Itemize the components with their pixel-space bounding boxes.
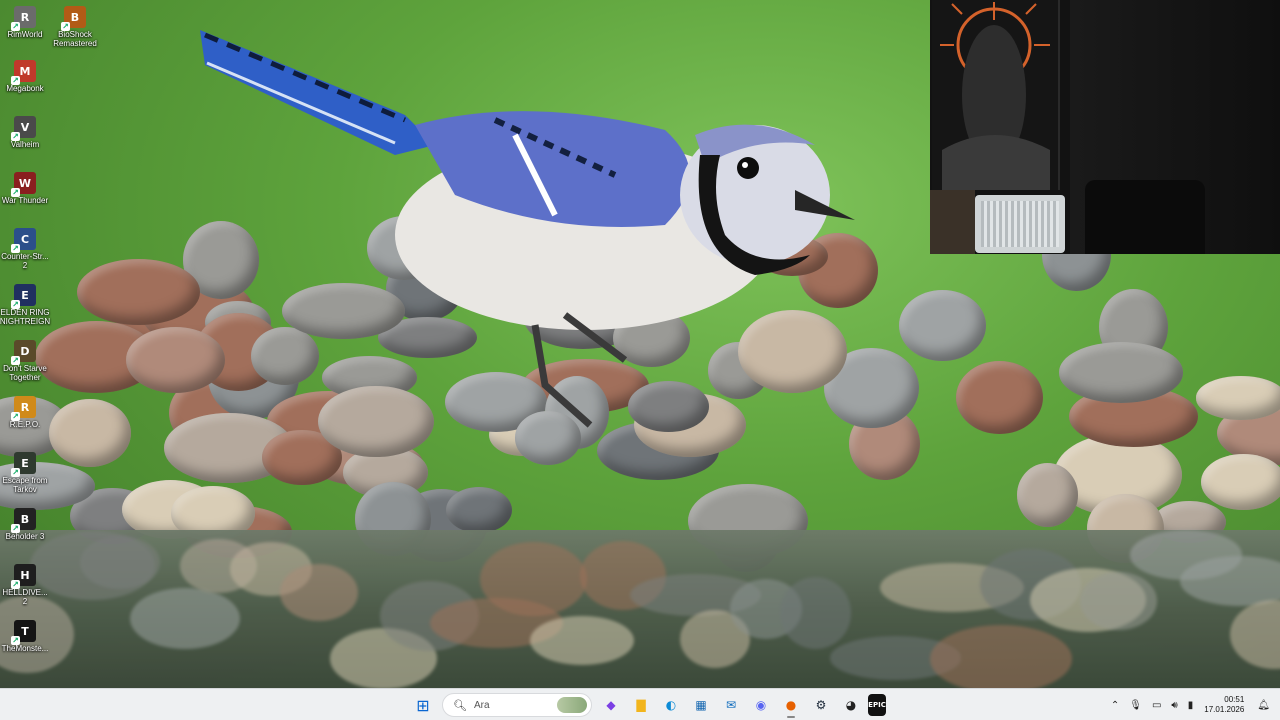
stone-reflection <box>930 625 1073 688</box>
wallpaper-water-reflection <box>0 530 1280 688</box>
stone <box>955 360 1044 435</box>
outlook-icon[interactable]: ✉ <box>718 692 744 718</box>
volume-icon[interactable]: 🔊︎ <box>1171 700 1177 711</box>
search-highlight-image <box>557 697 587 713</box>
desktop-icon-label: R.E.P.O. <box>9 420 41 429</box>
desktop-icon-label: ELDEN RING NIGHTREIGN <box>0 308 51 326</box>
stone-reflection <box>1080 571 1158 630</box>
desktop-icon-dontstarve[interactable]: DDon't Starve Together <box>0 340 53 382</box>
eldenring-icon: E <box>11 284 36 309</box>
blue-jay-bird <box>200 30 855 428</box>
desktop-icon-beholder[interactable]: BBeholder 3 <box>0 508 53 541</box>
steam-notify-icon[interactable]: ◕ <box>838 692 864 718</box>
webcam-chair <box>1085 180 1205 254</box>
notification-bell-icon[interactable]: 🔔︎ <box>1257 700 1270 711</box>
desktop-icon-megabonk[interactable]: MMegabonk <box>0 60 53 93</box>
desktop-icon-label: Counter-Str... 2 <box>1 252 49 270</box>
repo-icon: R <box>11 396 36 421</box>
discord-icon[interactable]: ◉ <box>748 692 774 718</box>
desktop-icon-label: Don't Starve Together <box>3 364 47 382</box>
desktop-icon-label: War Thunder <box>1 196 49 205</box>
megabonk-icon: M <box>11 60 36 85</box>
stone <box>49 399 131 467</box>
stone-reflection <box>1230 599 1280 669</box>
stone-reflection <box>80 536 160 590</box>
clock-date: 17.01.2026 <box>1204 705 1245 714</box>
battery-icon[interactable]: ▮ <box>1188 700 1194 711</box>
webcam-poster <box>932 0 1060 190</box>
desktop-icon-cs2[interactable]: CCounter-Str... 2 <box>0 228 53 270</box>
stone-reflection <box>280 564 359 621</box>
desktop-icon-valheim[interactable]: VValheim <box>0 116 53 149</box>
clock-time: 00:51 <box>1224 695 1245 704</box>
taskbar: ⊞ 🔍︎ Ara ◆ ▇ ◐ ▦ ✉ ◉ ● ⚙ ◕ EPIC ⌃ 🎙︎ ▭ 🔊︎ ▮ 00:51… <box>0 688 1280 720</box>
stone <box>1201 454 1280 510</box>
stone-reflection <box>130 588 240 650</box>
webcam-shelf <box>930 190 975 254</box>
windows-start-icon[interactable]: ⊞ <box>410 692 436 718</box>
webcam-overlay <box>930 0 1280 254</box>
desktop-icon-label: Escape from Tarkov <box>2 476 48 494</box>
stone-reflection <box>1180 556 1280 607</box>
bioshock-icon: B <box>61 6 86 31</box>
stone <box>1195 376 1280 420</box>
desktop-icon-label: Valheim <box>10 140 40 149</box>
cs2-icon: C <box>11 228 36 253</box>
epic-games-icon[interactable]: EPIC <box>868 694 886 716</box>
desktop-icon-label: RimWorld <box>7 30 43 39</box>
search-placeholder: Ara <box>473 699 490 711</box>
desktop-icon-label: BioShock Remastered <box>53 30 97 48</box>
beholder-icon: B <box>11 508 36 533</box>
desktop-icon-bioshock[interactable]: BBioShock Remastered <box>47 6 103 48</box>
desktop-icon-label: Beholder 3 <box>5 532 45 541</box>
microsoft-store-icon[interactable]: ▦ <box>688 692 714 718</box>
dontstarve-icon: D <box>11 340 36 365</box>
firefox-icon[interactable]: ● <box>778 692 804 718</box>
stone <box>1058 342 1184 403</box>
desktop-icon-label: HELLDIVE... 2 <box>2 588 48 606</box>
warthunder-icon: W <box>11 172 36 197</box>
stone-reflection <box>480 541 587 617</box>
stone <box>446 486 513 534</box>
helldivers-icon: H <box>11 564 36 589</box>
chevron-up-icon[interactable]: ⌃ <box>1111 700 1119 711</box>
search-box[interactable]: 🔍︎ Ara <box>442 693 592 717</box>
stone <box>77 258 200 325</box>
stone-reflection <box>780 577 852 649</box>
microphone-icon[interactable]: 🎙︎ <box>1129 700 1142 711</box>
desktop-icon-rimworld[interactable]: RRimWorld <box>0 6 53 39</box>
stone-reflection <box>530 615 634 665</box>
desktop-icon-warthunder[interactable]: WWar Thunder <box>0 172 53 205</box>
search-icon: 🔍︎ <box>453 698 467 712</box>
rimworld-icon: R <box>11 6 36 31</box>
network-icon[interactable]: ▭ <box>1152 700 1161 711</box>
desktop-icon-monster[interactable]: TTheMonste... <box>0 620 53 653</box>
clock[interactable]: 00:51 17.01.2026 <box>1204 695 1244 715</box>
stone <box>898 290 987 361</box>
valheim-icon: V <box>11 116 36 141</box>
taskbar-center: ⊞ 🔍︎ Ara ◆ ▇ ◐ ▦ ✉ ◉ ● ⚙ ◕ EPIC <box>408 689 888 720</box>
desktop-icon-eldenring[interactable]: EELDEN RING NIGHTREIGN <box>0 284 53 326</box>
desktop-icon-tarkov[interactable]: EEscape from Tarkov <box>0 452 53 494</box>
stone <box>1016 462 1079 528</box>
desktop-icon-label: Megabonk <box>6 84 44 93</box>
desktop-icon-label: TheMonste... <box>1 644 49 653</box>
edge-icon[interactable]: ◐ <box>658 692 684 718</box>
steam-icon[interactable]: ⚙ <box>808 692 834 718</box>
file-explorer-icon[interactable]: ▇ <box>628 692 654 718</box>
tarkov-icon: E <box>11 452 36 477</box>
system-tray: ⌃ 🎙︎ ▭ 🔊︎ ▮ 00:51 17.01.2026 🔔︎ <box>1106 689 1280 720</box>
desktop-icon-helldivers[interactable]: HHELLDIVE... 2 <box>0 564 53 606</box>
monster-icon: T <box>11 620 36 645</box>
desktop-icon-repo[interactable]: RR.E.P.O. <box>0 396 53 429</box>
copilot-icon[interactable]: ◆ <box>598 692 624 718</box>
webcam-radiator <box>975 195 1065 253</box>
